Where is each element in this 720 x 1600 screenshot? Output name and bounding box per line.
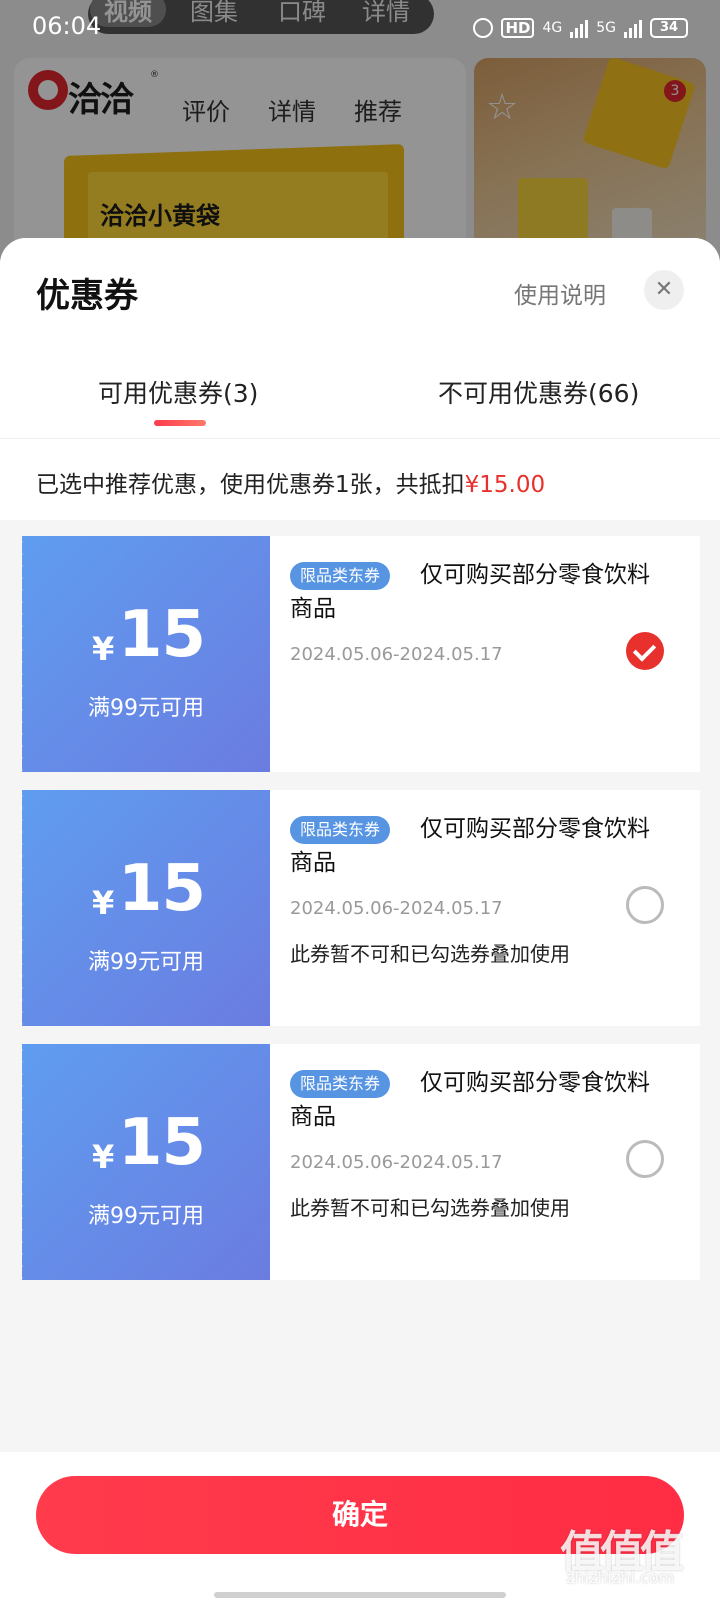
network-4g-label: 4G [542, 20, 563, 36]
coupon-sheet: 优惠券 使用说明 ✕ 可用优惠券(3) 不可用优惠券(66) 已选中推荐优惠，使… [0, 238, 720, 1600]
summary-discount-amount: ¥15.00 [464, 472, 546, 498]
coupon-stacking-note: 此券暂不可和已勾选券叠加使用 [290, 942, 570, 966]
coupon-amount: 15 [118, 852, 206, 926]
coupon-currency: ¥ [92, 1138, 115, 1176]
sheet-header: 优惠券 使用说明 ✕ 可用优惠券(3) 不可用优惠券(66) [0, 238, 720, 438]
coupon-validity: 2024.05.06-2024.05.17 [290, 644, 503, 665]
coupon-validity: 2024.05.06-2024.05.17 [290, 1152, 503, 1173]
coupon-amount: 15 [118, 598, 206, 672]
tab-available-coupons[interactable]: 可用优惠券(3) [98, 374, 258, 410]
coupon-currency: ¥ [92, 630, 115, 668]
summary-text: 已选中推荐优惠，使用优惠券1张，共抵扣 [36, 472, 465, 498]
close-button[interactable]: ✕ [644, 270, 684, 310]
coupon-stacking-note: 此券暂不可和已勾选券叠加使用 [290, 1196, 570, 1220]
coupon-validity: 2024.05.06-2024.05.17 [290, 898, 503, 919]
status-time: 06:04 [32, 12, 102, 40]
usage-instructions-link[interactable]: 使用说明 [514, 276, 606, 310]
coupon-condition: 满99元可用 [88, 1204, 204, 1229]
coupon-checkbox-unchecked[interactable] [626, 886, 664, 924]
signal-icon-2 [624, 18, 642, 38]
coupon-checkbox-checked[interactable] [626, 632, 664, 670]
coupon-condition: 满99元可用 [88, 950, 204, 975]
alarm-icon [473, 18, 494, 38]
selection-summary: 已选中推荐优惠，使用优惠券1张，共抵扣¥15.00 [0, 438, 720, 520]
network-5g-label: 5G [596, 20, 616, 36]
home-indicator[interactable] [214, 1592, 506, 1598]
coupon-category-tag: 限品类东券 [290, 562, 391, 590]
hd-icon: HD [501, 18, 535, 38]
watermark-url: zhizhizhi.com [566, 1568, 675, 1587]
coupon-value-panel: ¥ 15 满99元可用 [22, 1044, 270, 1280]
coupon-condition: 满99元可用 [88, 696, 204, 721]
coupon-amount: 15 [118, 1106, 206, 1180]
coupon-value-panel: ¥ 15 满99元可用 [22, 790, 270, 1026]
close-icon: ✕ [654, 277, 674, 302]
signal-icon [570, 18, 589, 38]
battery-icon: 34 [650, 18, 688, 38]
coupon-value-panel: ¥ 15 满99元可用 [22, 536, 270, 772]
coupon-currency: ¥ [92, 884, 115, 922]
coupon-card[interactable]: ¥ 15 满99元可用 仅可购买部分零食饮料商品 限品类东券 2024.05.0… [22, 536, 700, 772]
tab-unavailable-coupons[interactable]: 不可用优惠券(66) [438, 374, 639, 410]
coupon-card[interactable]: ¥ 15 满99元可用 仅可购买部分零食饮料商品 限品类东券 2024.05.0… [22, 790, 700, 1026]
active-tab-indicator [154, 420, 206, 426]
sheet-title: 优惠券 [36, 276, 138, 316]
coupon-category-tag: 限品类东券 [290, 1070, 391, 1098]
coupon-checkbox-unchecked[interactable] [626, 1140, 664, 1178]
coupon-card[interactable]: ¥ 15 满99元可用 仅可购买部分零食饮料商品 限品类东券 2024.05.0… [22, 1044, 700, 1280]
status-icons: HD 4G 5G 34 [473, 14, 688, 42]
coupon-category-tag: 限品类东券 [290, 816, 391, 844]
